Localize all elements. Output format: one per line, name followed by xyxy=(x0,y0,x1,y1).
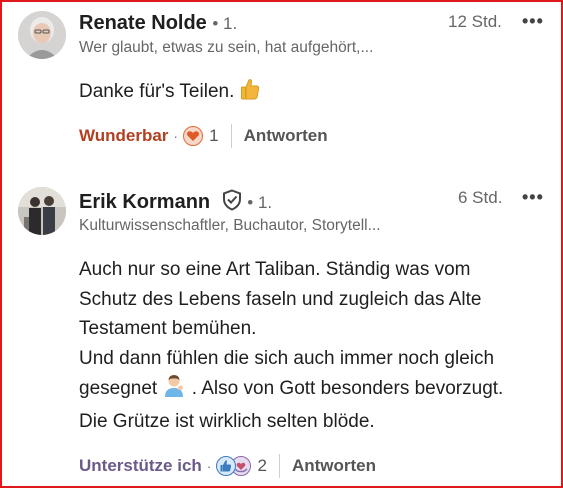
like-reaction-icon[interactable] xyxy=(216,456,237,476)
comment-line: Die Grütze ist wirklich selten blöde. xyxy=(79,410,375,432)
comment-line: Schutz des Lebens faseln und zugleich da… xyxy=(79,288,482,310)
reaction-count[interactable]: 2 xyxy=(257,456,266,476)
timestamp: 12 Std. xyxy=(448,12,502,31)
author-name[interactable]: Renate Nolde • 1. xyxy=(79,12,237,35)
comment-actions: Wunderbar · 1 Antworten xyxy=(79,123,328,149)
timestamp: 6 Std. xyxy=(458,188,503,207)
more-options-icon[interactable]: ••• xyxy=(522,187,544,208)
reaction-button[interactable]: Wunderbar xyxy=(79,126,168,146)
author-name-text[interactable]: Renate Nolde xyxy=(79,12,207,34)
reply-button[interactable]: Antworten xyxy=(292,456,376,476)
comment-line: Auch nur so eine Art Taliban. Ständig wa… xyxy=(79,259,471,280)
comment-body: Auch nur so eine Art Taliban. Ständig wa… xyxy=(79,255,503,436)
separator-dot: · xyxy=(206,458,212,474)
author-headline: Kulturwissenschaftler, Buchautor, Storyt… xyxy=(79,217,381,234)
separator-dot: · xyxy=(173,128,179,144)
author-name[interactable]: Erik Kormann • 1. xyxy=(79,189,272,217)
comment-line: Und dann fühlen die sich auch immer noch… xyxy=(79,347,495,369)
author-name-text[interactable]: Erik Kormann xyxy=(79,191,210,213)
reaction-count[interactable]: 1 xyxy=(209,126,218,146)
comment-line: Testament bemühen. xyxy=(79,318,257,339)
reaction-button[interactable]: Unterstütze ich xyxy=(79,456,202,476)
more-options-icon[interactable]: ••• xyxy=(522,11,544,32)
divider xyxy=(230,124,232,148)
connection-degree: • 1. xyxy=(212,14,238,33)
avatar[interactable] xyxy=(18,187,66,235)
author-headline: Wer glaubt, etwas zu sein, hat aufgehört… xyxy=(79,39,374,56)
reaction-icons[interactable] xyxy=(216,456,252,476)
comment-text: gesegnet xyxy=(79,378,158,399)
comment-text: Danke für's Teilen. xyxy=(79,81,235,102)
comment-text: . Also von Gott besonders bevorzugt. xyxy=(191,378,504,399)
reply-button[interactable]: Antworten xyxy=(244,126,328,146)
comment-actions: Unterstütze ich · 2 Antworten xyxy=(79,453,376,479)
divider xyxy=(278,454,280,478)
heart-reaction-icon[interactable] xyxy=(183,126,204,146)
thumbs-up-icon xyxy=(240,78,260,110)
man-tipping-hand-emoji-icon xyxy=(162,373,186,407)
verified-shield-icon xyxy=(222,189,242,217)
connection-degree: • 1. xyxy=(247,193,273,212)
comment-body: Danke für's Teilen. xyxy=(79,77,260,110)
comment-line: gesegnet . Also von Gott besonders bevor… xyxy=(79,373,503,407)
avatar[interactable] xyxy=(18,11,66,59)
